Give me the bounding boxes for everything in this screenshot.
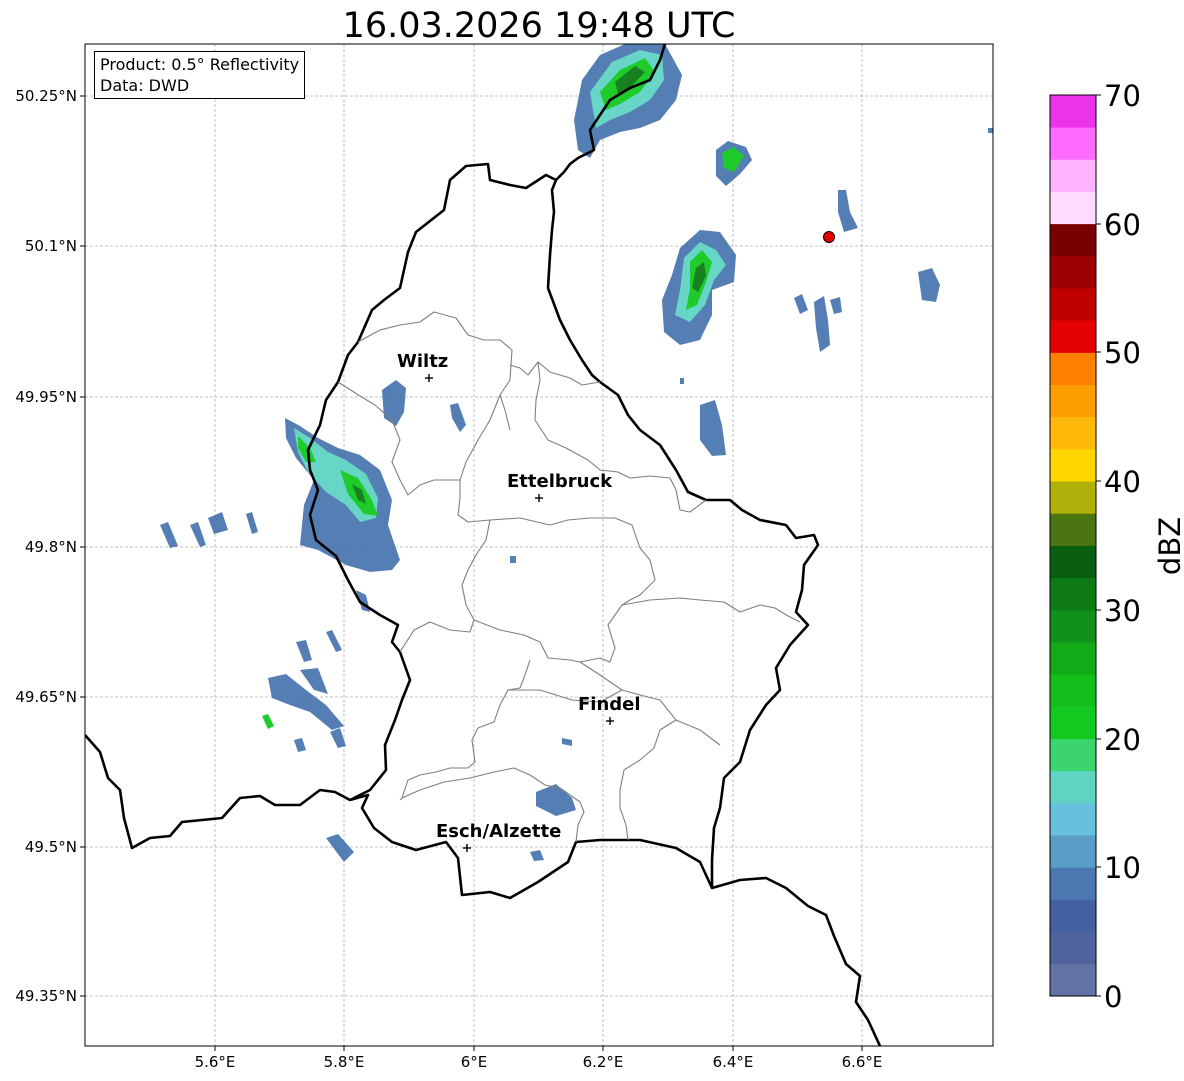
lat-label: 50.25°N [15,87,77,105]
echo-cell [510,556,516,563]
colorbar-ticks [1096,94,1101,997]
colorbar-segment [1050,127,1096,160]
echo-cell [814,296,830,352]
lon-label: 5.8°E [323,1053,365,1071]
colorbar-segment [1050,255,1096,289]
echo-cell [326,834,354,862]
colorbar-segment [1050,577,1096,611]
colorbar-tick-label: 70 [1104,79,1141,113]
echo-cell [700,400,726,456]
colorbar-tick-label: 0 [1104,980,1123,1014]
colorbar-segment [1050,802,1096,836]
colorbar-segment [1050,931,1096,965]
colorbar-segment [1050,963,1096,997]
colorbar-unit-label: dBZ [1153,516,1184,576]
lat-label: 49.8°N [24,538,77,556]
colorbar-segment [1050,642,1096,675]
echo-cell [794,294,808,314]
city-label-findel: Findel [578,694,641,715]
colorbar-segment [1050,706,1096,739]
city-label-ettelbruck: Ettelbruck [507,471,613,492]
district-borders [337,311,801,843]
echo-cell [680,378,684,384]
echo-cell [536,784,576,816]
colorbar-segment [1050,609,1096,643]
lat-label: 49.95°N [15,388,77,406]
echo-cell [190,522,206,547]
colorbar-tick-label: 40 [1104,465,1141,499]
colorbar-tick-label: 10 [1104,851,1141,885]
echo-cell [530,850,544,861]
lon-label: 5.6°E [194,1053,236,1071]
colorbar-segment [1050,738,1096,772]
colorbar-segment [1050,384,1096,418]
echo-cell [160,522,178,548]
colorbar-segment [1050,320,1096,353]
colorbar-segment [1050,288,1096,321]
echo-cell [918,268,940,302]
colorbar-tick-label: 20 [1104,723,1141,757]
lat-label: 49.35°N [15,987,77,1005]
echo-cell [326,630,342,652]
radar-site-marker [823,231,835,243]
colorbar-tick-label: 50 [1104,336,1141,370]
colorbar-segment [1050,416,1096,450]
colorbar-segment [1050,867,1096,900]
colorbar-segment [1050,899,1096,933]
radar-map [80,43,1101,1051]
echo-cell [268,674,344,730]
colorbar-segment [1050,481,1096,514]
map-frame [84,43,994,1047]
axis-ticks [80,95,863,1051]
echo-cell [262,714,274,729]
echo-cell [988,128,993,133]
colorbar-segment [1050,835,1096,868]
gridlines [85,44,993,1046]
lat-label: 49.65°N [15,688,77,706]
lon-label: 6.2°E [582,1053,624,1071]
echo-cell [450,403,466,432]
lat-label: 49.5°N [24,838,77,856]
city-label-esch-alzette: Esch/Alzette [436,821,562,842]
colorbar-segment [1050,223,1096,257]
lat-label: 50.1°N [24,237,77,255]
data-source-label: Data: DWD [100,76,190,95]
echo-cell [562,738,572,746]
colorbar-tick-label: 60 [1104,208,1141,242]
country-border [85,734,882,1046]
echo-cell [296,640,312,662]
colorbar-segment [1050,513,1096,546]
product-label: Product: 0.5° Reflectivity [100,55,300,74]
product-info-box: Product: 0.5° Reflectivity Data: DWD [94,51,306,99]
colorbar-segment [1050,352,1096,386]
radar-echoes [160,44,993,862]
colorbar-segment [1050,191,1096,225]
lon-label: 6°E [460,1053,488,1071]
echo-cell [382,380,406,426]
colorbar-segment [1050,95,1096,128]
colorbar-segment [1050,448,1096,482]
colorbar-segment [1050,770,1096,804]
colorbar-segment [1050,159,1096,192]
echo-cell [838,190,858,232]
echo-cell [830,297,842,314]
echo-cell [294,738,306,752]
colorbar-tick-label: 30 [1104,594,1141,628]
city-label-wiltz: Wiltz [397,351,449,372]
echo-cell [208,512,228,534]
lon-label: 6.6°E [841,1053,883,1071]
echo-cell [246,512,258,534]
lon-label: 6.4°E [712,1053,754,1071]
colorbar [1050,95,1096,997]
colorbar-segment [1050,545,1096,579]
colorbar-segment [1050,674,1096,707]
